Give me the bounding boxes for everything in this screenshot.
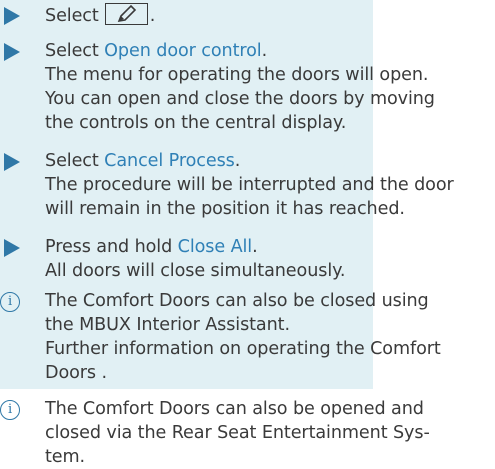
step-text: Select <box>45 6 99 26</box>
step-punctuation: . <box>234 151 241 171</box>
note-line: The Comfort Doors can also be opened and <box>45 399 424 419</box>
step-description-line: will remain in the position it has reach… <box>45 199 405 219</box>
close-all-link[interactable]: Close All <box>178 237 253 257</box>
cancel-process-link[interactable]: Cancel Process <box>104 151 235 171</box>
note-line: tem. <box>45 447 86 467</box>
note-line: the MBUX Interior Assistant. <box>45 315 290 335</box>
note-line: Further information on operating the Com… <box>45 339 441 359</box>
step-arrow-icon <box>4 153 20 171</box>
step-arrow-icon <box>4 7 20 25</box>
pencil-edit-icon <box>104 3 148 25</box>
note-line: The Comfort Doors can also be closed usi… <box>45 291 429 311</box>
info-icon: i <box>0 400 20 420</box>
step-description-line: The procedure will be interrupted and th… <box>45 175 454 195</box>
step-arrow-icon <box>4 239 20 257</box>
step-text: Press and hold <box>45 237 178 257</box>
step-punctuation: . <box>252 237 258 257</box>
step-text: Select <box>45 151 105 171</box>
open-door-control-link[interactable]: Open door control <box>104 41 262 61</box>
step-punctuation: . <box>261 41 268 61</box>
note-line: closed via the Rear Seat Entertainment S… <box>45 423 430 443</box>
note-line: Doors . <box>45 363 107 383</box>
info-icon: i <box>0 292 20 312</box>
step-punctuation: . <box>149 6 156 26</box>
step-description-line: The menu for operating the doors will op… <box>45 65 429 85</box>
step-description-line: All doors will close simultaneously. <box>45 261 346 281</box>
step-arrow-icon <box>4 43 20 61</box>
step-text: Select <box>45 41 105 61</box>
step-description-line: the controls on the central display. <box>45 113 347 133</box>
step-description-line: You can open and close the doors by movi… <box>45 89 435 109</box>
